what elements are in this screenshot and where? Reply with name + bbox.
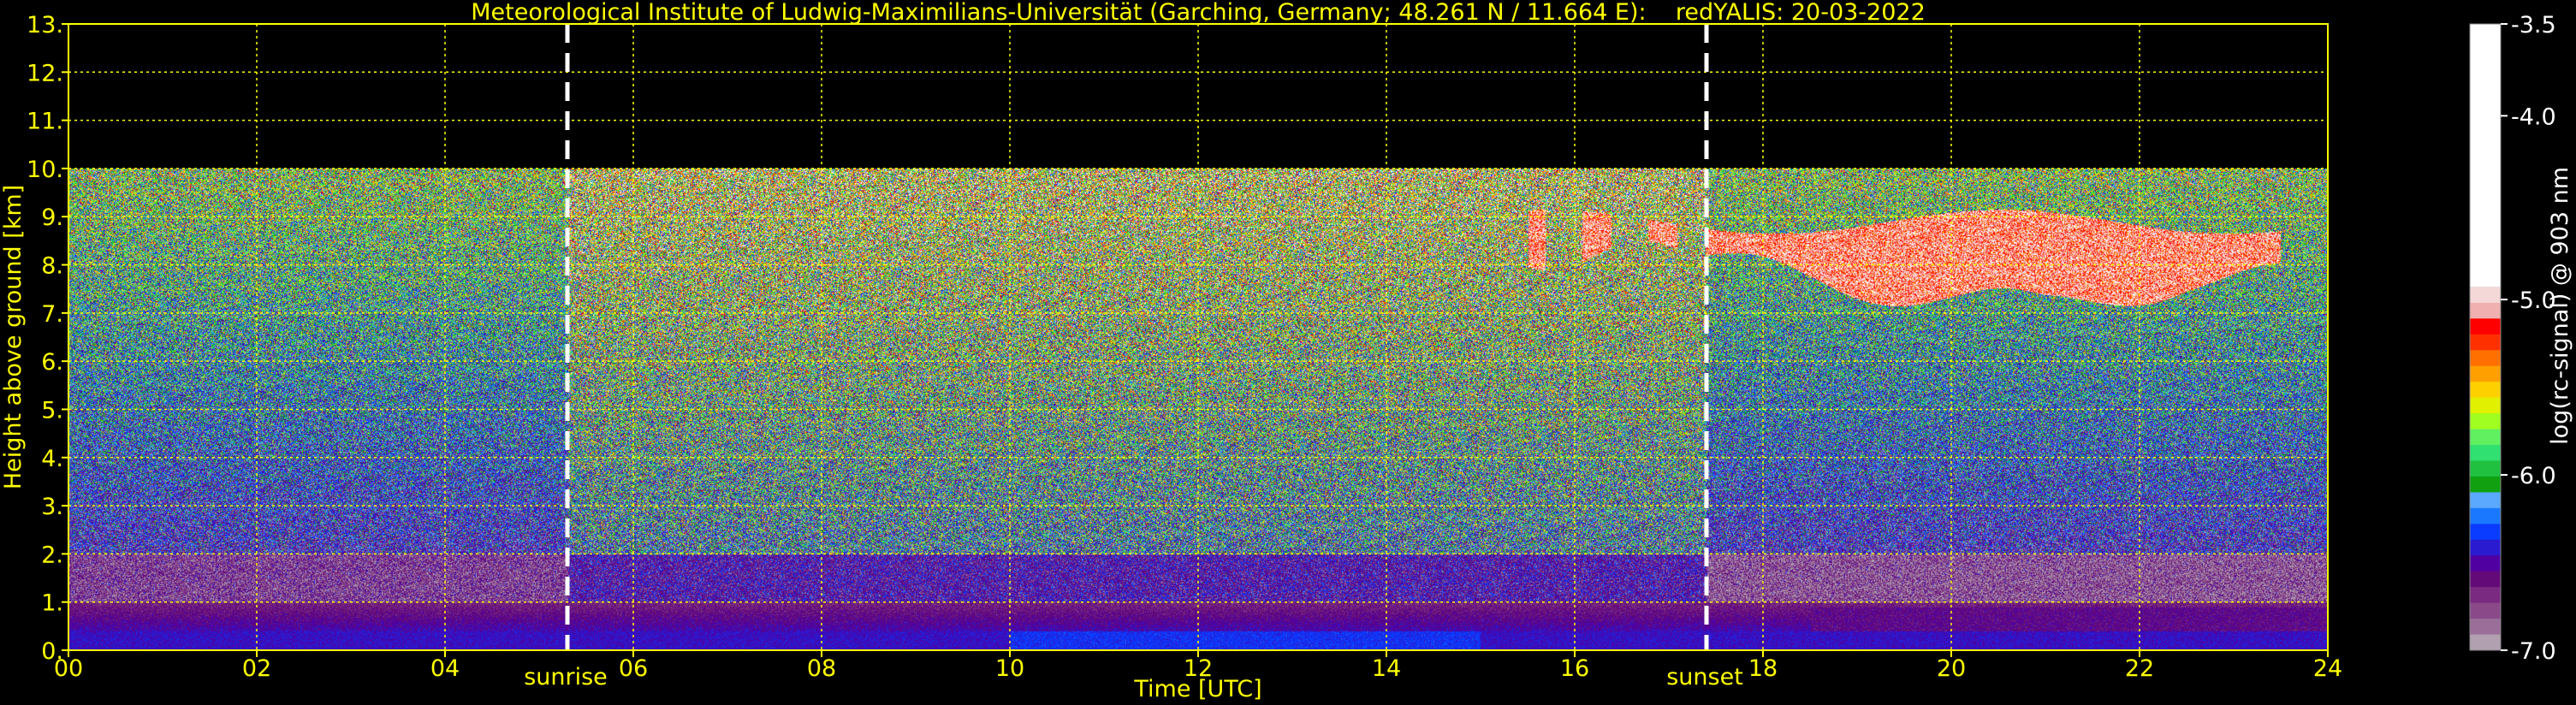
x-tick-label: 14 xyxy=(1372,655,1401,682)
colorbar-band xyxy=(2470,413,2501,430)
colorbar-band xyxy=(2470,476,2501,493)
colorbar-tick-label: -6.0 xyxy=(2511,463,2556,489)
sunset-label: sunset xyxy=(1666,664,1743,690)
colorbar-band xyxy=(2470,634,2501,651)
y-tick-label: 1. xyxy=(41,590,63,617)
colorbar-band xyxy=(2470,302,2501,319)
y-tick-label: 13. xyxy=(27,12,63,39)
x-tick-label: 24 xyxy=(2313,655,2342,682)
x-tick-label: 18 xyxy=(1748,655,1778,682)
x-tick-label: 22 xyxy=(2125,655,2154,682)
y-axis-label: Height above ground [km] xyxy=(0,185,27,489)
colorbar-band xyxy=(2470,555,2501,572)
x-tick-label: 08 xyxy=(807,655,836,682)
colorbar-label: log(rc-signal) @ 903 nm xyxy=(2547,167,2573,445)
colorbar-band xyxy=(2470,492,2501,509)
chart-svg: 00 02 04 06 08 10 12 14 16 18 20 22 240.1.2.3.4.5.6.… xyxy=(0,12,2573,702)
colorbar-band xyxy=(2470,24,2501,287)
y-tick-label: 10. xyxy=(27,157,63,183)
y-tick-label: 0. xyxy=(41,638,63,665)
colorbar-band xyxy=(2470,524,2501,541)
colorbar-band xyxy=(2470,460,2501,477)
colorbar-tick-label: -7.0 xyxy=(2511,638,2556,665)
y-tick-label: 2. xyxy=(41,542,63,568)
x-tick-label: 20 xyxy=(1937,655,1966,682)
colorbar-band xyxy=(2470,287,2501,304)
colorbar-band xyxy=(2470,382,2501,399)
colorbar-band xyxy=(2470,318,2501,335)
colorbar-band xyxy=(2470,365,2501,382)
colorbar-band xyxy=(2470,619,2501,636)
colorbar-band xyxy=(2470,397,2501,414)
x-tick-label: 10 xyxy=(995,655,1024,682)
y-tick-label: 7. xyxy=(41,301,63,328)
colorbar-band xyxy=(2470,429,2501,446)
x-tick-label: 16 xyxy=(1560,655,1589,682)
y-tick-label: 9. xyxy=(41,204,63,231)
x-tick-label: 06 xyxy=(619,655,648,682)
chart-stage: Meteorological Institute of Ludwig-Maxim… xyxy=(0,0,2576,705)
sunrise-label: sunrise xyxy=(524,664,608,690)
colorbar-tick-label: -3.5 xyxy=(2511,12,2556,39)
colorbar-band xyxy=(2470,445,2501,461)
colorbar-band xyxy=(2470,571,2501,588)
colorbar-band xyxy=(2470,350,2501,367)
y-tick-label: 5. xyxy=(41,397,63,424)
colorbar-band xyxy=(2470,587,2501,604)
y-tick-label: 4. xyxy=(41,446,63,472)
x-axis-label: Time [UTC] xyxy=(1133,676,1261,702)
colorbar-band xyxy=(2470,507,2501,524)
colorbar-band xyxy=(2470,334,2501,351)
y-tick-label: 8. xyxy=(41,253,63,280)
x-tick-label: 02 xyxy=(242,655,271,682)
y-tick-label: 12. xyxy=(27,60,63,86)
colorbar-band xyxy=(2470,602,2501,619)
y-tick-label: 3. xyxy=(41,494,63,520)
x-tick-label: 04 xyxy=(430,655,460,682)
y-tick-label: 11. xyxy=(27,109,63,135)
colorbar-band xyxy=(2470,539,2501,556)
colorbar-tick-label: -4.0 xyxy=(2511,104,2556,130)
y-tick-label: 6. xyxy=(41,349,63,376)
